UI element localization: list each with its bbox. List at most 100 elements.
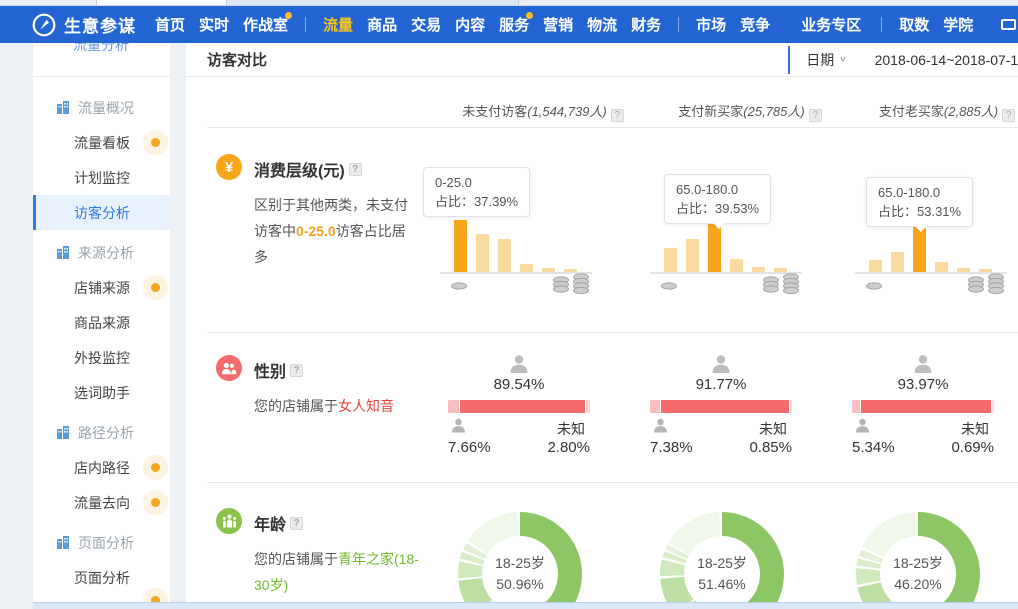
donut-age-group: 18-25岁: [495, 553, 545, 574]
sidebar-item-页面分析[interactable]: 页面分析: [33, 560, 170, 595]
sidebar-item-流量分析[interactable]: 流量分析: [33, 43, 170, 77]
unknown-bar-segment[interactable]: [586, 400, 590, 413]
help-icon[interactable]: ?: [809, 109, 822, 122]
nav-item-服务[interactable]: 服务: [499, 6, 529, 43]
female-bar-segment[interactable]: [661, 400, 788, 413]
nav-item-业务专区[interactable]: 业务专区: [801, 6, 861, 43]
sidebar-item-店铺来源[interactable]: 店铺来源: [33, 270, 170, 305]
nav-item-实时[interactable]: 实时: [199, 6, 229, 43]
nav-item-营销[interactable]: 营销: [543, 6, 573, 43]
date-range-value[interactable]: 2018-06-14~2018-07-13: [875, 52, 1018, 68]
column-count: (25,785人): [743, 104, 804, 119]
male-bar-segment[interactable]: [448, 400, 459, 413]
sidebar: 流量分析 流量概况流量看板计划监控访客分析来源分析店铺来源商品来源外投监控选词助…: [33, 43, 170, 602]
nav-item-作战室[interactable]: 作战室: [243, 6, 288, 43]
bar-segment[interactable]: [498, 239, 511, 272]
age-desc: 您的店铺属于青年之家(18-30岁): [254, 546, 422, 598]
nav-item-市场[interactable]: 市场: [696, 6, 726, 43]
gender-stacked-bar[interactable]: [650, 400, 792, 413]
browser-tab-edge: [96, 0, 227, 5]
help-icon[interactable]: ?: [1002, 109, 1015, 122]
male-bar-segment[interactable]: [650, 400, 660, 413]
nav-item-内容[interactable]: 内容: [455, 6, 485, 43]
age-title: 年龄 ?: [254, 508, 396, 535]
gender-stacked-bar[interactable]: [448, 400, 590, 413]
sidebar-item-访客分析[interactable]: 访客分析: [33, 195, 170, 230]
date-controls: 日期 ∨ 2018-06-14~2018-07-13: [788, 46, 1018, 74]
sidebar-item-来源分析[interactable]: 来源分析: [33, 235, 170, 270]
bar-segment[interactable]: [686, 239, 699, 272]
gender-chart-unpaid: 89.54%7.66%未知2.80%: [448, 353, 590, 465]
sidebar-item-选词助手[interactable]: 选词助手: [33, 375, 170, 410]
bar-segment[interactable]: [869, 260, 882, 272]
female-bar-segment[interactable]: [861, 400, 991, 413]
date-dropdown[interactable]: 日期 ∨: [806, 50, 846, 70]
nav-item-流量[interactable]: 流量: [323, 6, 353, 43]
sidebar-item-label: 路径分析: [78, 423, 134, 443]
page-title: 访客对比: [207, 49, 267, 70]
bar-segment[interactable]: [542, 268, 555, 272]
chart-tooltip: 65.0-180.0占比：53.31%: [866, 177, 973, 227]
bar-segment[interactable]: [476, 234, 489, 272]
sidebar-item-流量看板[interactable]: 流量看板: [33, 125, 170, 160]
unknown-bar-segment[interactable]: [992, 400, 994, 413]
coin-stack-icon: [660, 278, 678, 296]
help-icon[interactable]: ?: [611, 109, 624, 122]
nav-divider: [305, 17, 306, 32]
column-name: 支付老买家: [879, 104, 944, 119]
female-bar-segment[interactable]: [460, 400, 585, 413]
nav-item-取数[interactable]: 取数: [899, 6, 929, 43]
help-icon[interactable]: ?: [349, 163, 362, 176]
bottom-highlight-bar: [33, 602, 1018, 609]
bar-segment[interactable]: [935, 262, 948, 272]
gender-chart-old-buyers: 93.97%5.34%未知0.69%: [852, 353, 994, 465]
bar-segment[interactable]: [957, 268, 970, 272]
sidebar-item-商品来源[interactable]: 商品来源: [33, 305, 170, 340]
nav-item-财务[interactable]: 财务: [631, 6, 661, 43]
gender-people-icon: [216, 355, 242, 381]
age-family-icon: [216, 508, 242, 534]
bar-segment[interactable]: [774, 268, 787, 272]
notification-dot: [285, 12, 292, 19]
nav-item-商品[interactable]: 商品: [367, 6, 397, 43]
bar-segment[interactable]: [564, 269, 577, 272]
bar-segment[interactable]: [979, 269, 992, 272]
gender-stacked-bar[interactable]: [852, 400, 994, 413]
app-logo-icon[interactable]: [32, 13, 56, 37]
bar-segment[interactable]: [664, 248, 677, 272]
help-icon[interactable]: ?: [290, 364, 303, 377]
age-donut-old-buyers[interactable]: 18-25岁46.20%: [856, 512, 980, 602]
sidebar-item-路径分析[interactable]: 路径分析: [33, 415, 170, 450]
nav-item-学院[interactable]: 学院: [943, 6, 973, 43]
bar-segment[interactable]: [454, 220, 467, 272]
tooltip-value: 占比：53.31%: [878, 202, 961, 221]
unknown-bar-segment[interactable]: [790, 400, 792, 413]
bar-segment[interactable]: [891, 252, 904, 272]
consume-desc-highlight: 0-25.0: [296, 223, 336, 239]
bar-segment[interactable]: [730, 259, 743, 272]
sidebar-item-流量概况[interactable]: 流量概况: [33, 90, 170, 125]
brand-name[interactable]: 生意参谋: [64, 12, 136, 37]
message-icon[interactable]: [1001, 19, 1016, 30]
nav-item-交易[interactable]: 交易: [411, 6, 441, 43]
age-row-label: 年龄 ? 您的店铺属于青年之家(18-30岁): [216, 508, 396, 598]
bar-segment[interactable]: [520, 264, 533, 272]
male-bar-segment[interactable]: [852, 400, 860, 413]
gender-title: 性别 ?: [254, 355, 396, 382]
nav-item-物流[interactable]: 物流: [587, 6, 617, 43]
sidebar-item-流量去向[interactable]: 流量去向: [33, 485, 170, 520]
sidebar-item-页面分析[interactable]: 页面分析: [33, 525, 170, 560]
unknown-percent: 2.80%: [547, 439, 590, 456]
help-icon[interactable]: ?: [290, 517, 303, 530]
sidebar-item-计划监控[interactable]: 计划监控: [33, 160, 170, 195]
age-row: 年龄 ? 您的店铺属于青年之家(18-30岁) 18-25岁50.96% 18-…: [207, 483, 1018, 602]
bar-segment[interactable]: [752, 267, 765, 272]
age-donut-unpaid[interactable]: 18-25岁50.96%: [458, 512, 582, 602]
sidebar-item-店内路径[interactable]: 店内路径: [33, 450, 170, 485]
nav-item-竞争[interactable]: 竞争: [740, 6, 770, 43]
age-donut-new-buyers[interactable]: 18-25岁51.46%: [660, 512, 784, 602]
chart-tooltip: 0-25.0占比：37.39%: [423, 167, 530, 217]
sidebar-item-label: 店内路径: [74, 458, 130, 478]
nav-item-首页[interactable]: 首页: [155, 6, 185, 43]
sidebar-item-外投监控[interactable]: 外投监控: [33, 340, 170, 375]
